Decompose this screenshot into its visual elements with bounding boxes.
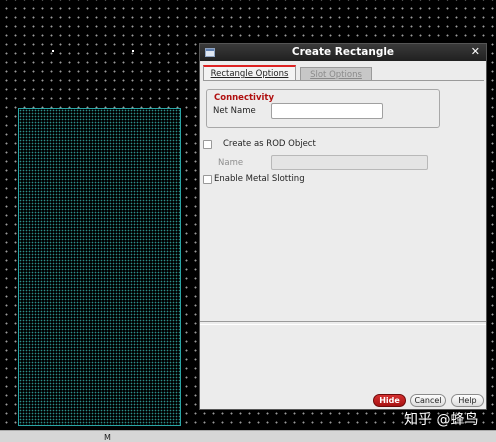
tab-label: Rectangle Options bbox=[210, 69, 289, 79]
connectivity-group-title: Connectivity bbox=[214, 93, 275, 103]
layout-rectangle-shape[interactable] bbox=[18, 108, 181, 426]
tab-rectangle-options[interactable]: Rectangle Options bbox=[203, 65, 296, 80]
create-rectangle-dialog: Create Rectangle ✕ Rectangle Options Slo… bbox=[199, 43, 487, 410]
net-name-input[interactable] bbox=[271, 103, 383, 119]
rod-name-label: Name bbox=[218, 158, 244, 168]
dialog-title: Create Rectangle bbox=[291, 46, 395, 58]
create-as-rod-checkbox[interactable] bbox=[203, 140, 212, 149]
cancel-button[interactable]: Cancel bbox=[410, 394, 446, 407]
create-as-rod-label: Create as ROD Object bbox=[223, 139, 316, 149]
dialog-titlebar[interactable]: Create Rectangle ✕ bbox=[200, 44, 486, 61]
footer-divider bbox=[200, 321, 486, 322]
watermark-text: 知乎 @蜂鸟 bbox=[404, 412, 479, 428]
close-icon[interactable]: ✕ bbox=[471, 45, 480, 58]
net-name-label: Net Name bbox=[213, 106, 256, 116]
connectivity-group: Connectivity Net Name bbox=[206, 89, 440, 128]
footer-divider-highlight bbox=[200, 324, 486, 325]
mouse-status-label: M bbox=[104, 433, 111, 442]
rectangle-options-panel: Connectivity Net Name Create as ROD Obje… bbox=[203, 80, 484, 322]
help-button[interactable]: Help bbox=[451, 394, 484, 407]
status-bar: M bbox=[0, 430, 496, 442]
grid-marker bbox=[132, 50, 134, 52]
hide-button[interactable]: Hide bbox=[373, 394, 406, 407]
rod-name-input[interactable] bbox=[271, 155, 428, 170]
tab-label: Slot Options bbox=[310, 70, 362, 80]
grid-marker bbox=[52, 50, 54, 52]
tab-slot-options[interactable]: Slot Options bbox=[300, 67, 372, 80]
enable-metal-slotting-label: Enable Metal Slotting bbox=[214, 174, 305, 184]
enable-metal-slotting-checkbox[interactable] bbox=[203, 175, 212, 184]
